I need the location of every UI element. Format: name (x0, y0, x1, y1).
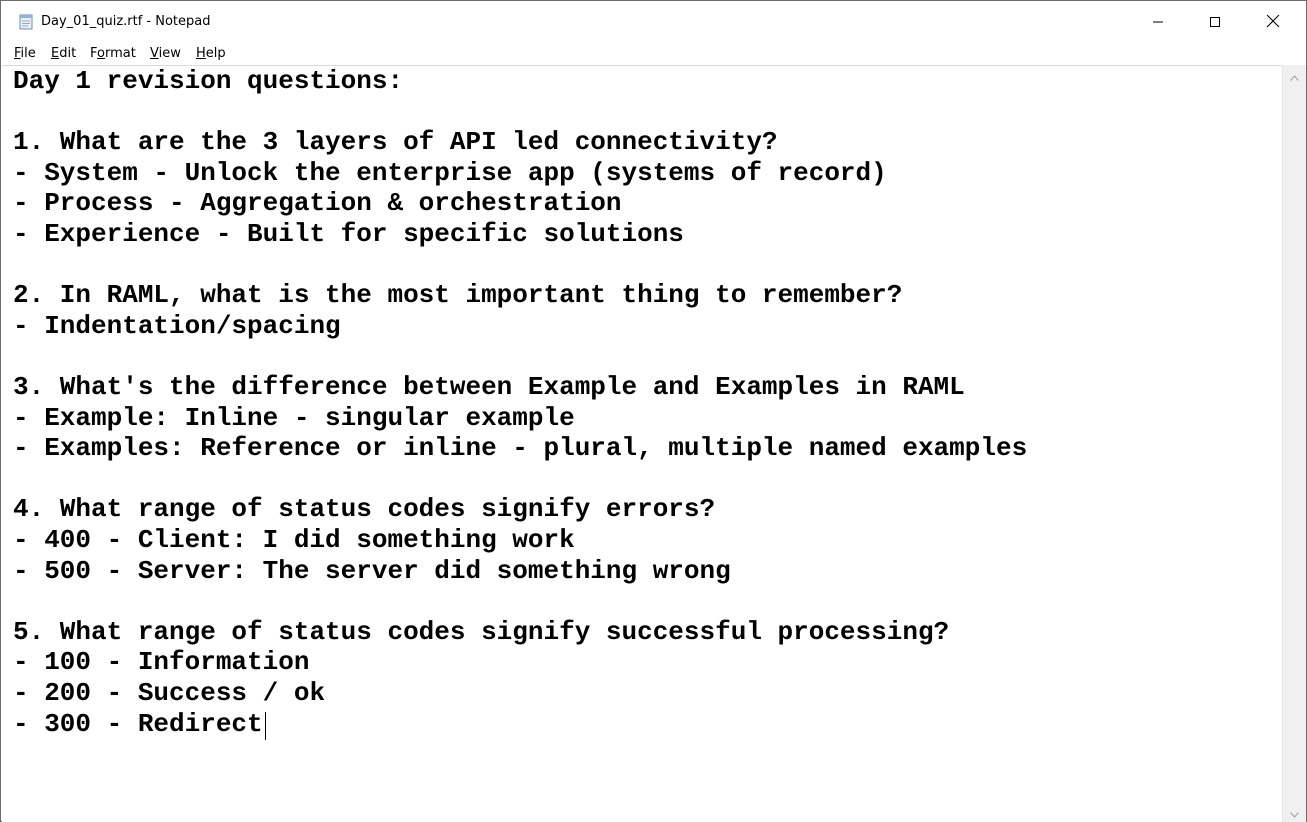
scroll-up-button[interactable] (1283, 65, 1306, 85)
text-line: 1. What are the 3 layers of API led conn… (13, 127, 778, 158)
notepad-icon (18, 14, 34, 30)
close-button[interactable] (1244, 1, 1302, 43)
text-line: - Indentation/spacing (13, 310, 341, 341)
text-line: 2. In RAML, what is the most important t… (13, 280, 903, 311)
window-title: Day_01_quiz.rtf - Notepad (41, 14, 211, 29)
menu-help[interactable]: Help (196, 46, 226, 61)
minimize-icon (1152, 13, 1164, 32)
text-line: 4. What range of status codes signify er… (13, 494, 716, 525)
text-line: Day 1 revision questions: (13, 66, 404, 96)
text-line: - Process - Aggregation & orchestration (13, 188, 622, 219)
title-bar[interactable]: Day_01_quiz.rtf - Notepad (1, 1, 1306, 43)
menu-format[interactable]: Format (90, 46, 136, 61)
scroll-down-button[interactable] (1283, 802, 1306, 822)
chevron-up-icon (1290, 66, 1299, 85)
text-line: 5. What range of status codes signify su… (13, 616, 950, 647)
text-editor[interactable]: Day 1 revision questions: 1. What are th… (2, 65, 1282, 822)
minimize-button[interactable] (1129, 1, 1187, 43)
text-line: - 500 - Server: The server did something… (13, 555, 731, 586)
menu-view[interactable]: View (150, 46, 181, 61)
notepad-window: Day_01_quiz.rtf - Notepad File Edit Form… (0, 0, 1307, 822)
vertical-scrollbar[interactable] (1282, 65, 1306, 822)
maximize-button[interactable] (1186, 1, 1244, 43)
text-line: - 300 - Redirect (13, 708, 263, 739)
text-line: 3. What's the difference between Example… (13, 372, 965, 402)
text-line: - Example: Inline - singular example (13, 402, 575, 433)
text-line: - System - Unlock the enterprise app (sy… (13, 157, 887, 188)
text-line: - 400 - Client: I did something work (13, 525, 575, 555)
menu-bar: File Edit Format View Help (1, 43, 1306, 65)
menu-edit[interactable]: Edit (51, 46, 76, 61)
maximize-icon (1209, 13, 1221, 32)
menu-file[interactable]: File (14, 46, 36, 61)
close-icon (1266, 13, 1280, 32)
text-line: - 100 - Information (13, 647, 310, 678)
text-caret (265, 712, 266, 740)
text-line: - Experience - Built for specific soluti… (13, 219, 684, 249)
chevron-down-icon (1290, 803, 1299, 822)
text-line: - 200 - Success / ok (13, 678, 326, 708)
text-line: - Examples: Reference or inline - plural… (13, 433, 1028, 464)
